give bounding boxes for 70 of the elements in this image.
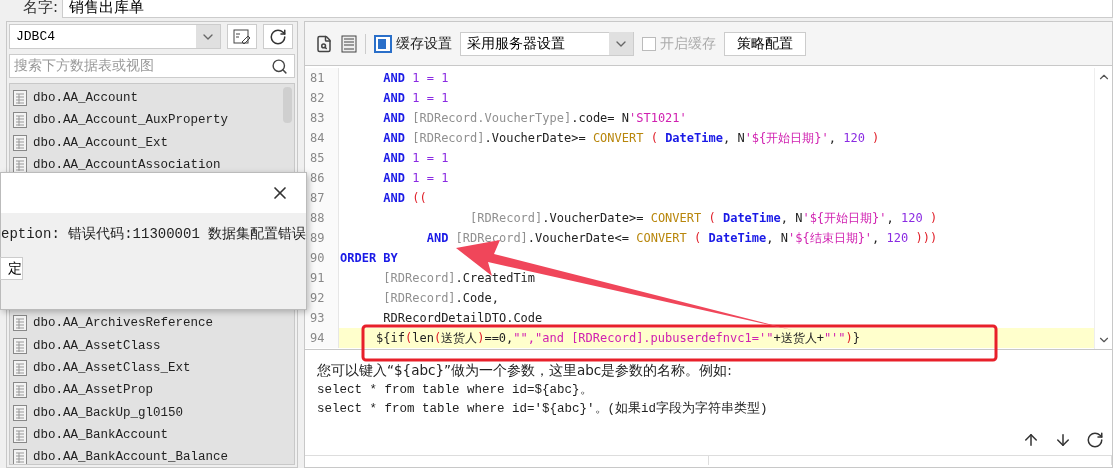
edit-icon xyxy=(233,28,251,45)
table-item[interactable]: dbo.AA_AssetProp xyxy=(10,379,294,402)
table-icon xyxy=(13,359,27,376)
table-icon xyxy=(13,134,27,151)
line-number: 94 xyxy=(305,328,339,348)
save-icon[interactable] xyxy=(374,34,392,53)
line-number: 87 xyxy=(305,188,339,208)
refresh-icon[interactable] xyxy=(1086,431,1104,449)
code-line: AND 1 = 1 xyxy=(382,91,449,105)
line-number: 91 xyxy=(305,268,339,288)
connection-select[interactable]: JDBC4 xyxy=(9,24,221,49)
sql-editor[interactable] xyxy=(304,65,1113,350)
line-number: 90 xyxy=(305,248,339,268)
table-item[interactable]: dbo.AA_AssetClass xyxy=(10,334,294,357)
table-icon xyxy=(13,337,27,354)
line-number: 82 xyxy=(305,88,339,108)
table-icon xyxy=(13,426,27,443)
code-line: AND [RDRecord.VoucherType].code= N'ST1021' xyxy=(382,111,687,125)
table-icon xyxy=(13,449,27,464)
table-item[interactable]: dbo.AA_AssetClass_Ext xyxy=(10,356,294,380)
code-line: AND 1 = 1 xyxy=(382,71,449,85)
table-icon xyxy=(13,382,27,399)
line-number: 93 xyxy=(305,308,339,328)
code-line: ${if(len(送货人)==0,"","and [RDRecord].pubuserdefnvc1='"+送货人+"'")} xyxy=(375,329,861,347)
table-item[interactable]: dbo.AA_Account xyxy=(10,87,294,110)
line-number: 84 xyxy=(305,128,339,148)
code-line: AND [RDRecord].VoucherDate>= CONVERT ( DateTime, N'${开始日期}', 120 ) xyxy=(382,129,880,147)
table-item[interactable]: dbo.AA_Account_AuxProperty xyxy=(10,109,294,132)
help-text: select * from table where id=${abc}。 xyxy=(317,382,594,399)
code-line: AND [RDRecord].VoucherDate<= CONVERT ( DateTime, N'${结束日期}', 120 ))) xyxy=(425,229,938,247)
code-line: RDRecordDetailDTO.Code xyxy=(382,311,543,325)
code-line: [RDRecord].Code, xyxy=(382,291,499,305)
line-number: 89 xyxy=(305,228,339,248)
table-icon xyxy=(13,404,27,421)
table-icon xyxy=(13,315,27,332)
edit-connection-button[interactable] xyxy=(227,24,257,49)
code-line: AND 1 = 1 xyxy=(382,171,449,185)
table-item[interactable]: dbo.AA_AccountAssociation xyxy=(10,153,294,177)
line-number: 83 xyxy=(305,108,339,128)
table-item[interactable]: dbo.AA_BankAccount_Balance xyxy=(10,445,294,464)
error-message: eption: 错误代码:11300001 数据集配置错误 xyxy=(1,225,306,244)
cache-mode-select[interactable]: 采用服务器设置 xyxy=(460,31,634,56)
code-line: ORDER BY xyxy=(339,251,398,265)
preview-icon[interactable] xyxy=(315,34,333,53)
help-text: select * from table where id='${abc}'。(如果id字段为字符串类型) xyxy=(317,400,769,418)
refresh-icon xyxy=(269,27,287,46)
line-number: 88 xyxy=(305,208,339,228)
code-line: AND 1 = 1 xyxy=(382,151,449,165)
line-number: 81 xyxy=(305,68,339,88)
search-icon xyxy=(271,57,288,75)
move-up-icon[interactable] xyxy=(1022,431,1040,449)
ok-button[interactable]: 定 xyxy=(0,257,23,280)
move-down-icon[interactable] xyxy=(1054,431,1072,449)
line-number: 92 xyxy=(305,288,339,308)
table-icon xyxy=(13,90,27,107)
code-line: [RDRecord].VoucherDate>= CONVERT ( DateTime, N'${开始日期}', 120 ) xyxy=(469,209,938,227)
refresh-button[interactable] xyxy=(263,24,293,49)
table-item[interactable]: dbo.AA_BackUp_gl0150 xyxy=(10,401,294,424)
sql-document-icon[interactable] xyxy=(341,34,357,53)
table-icon xyxy=(13,112,27,129)
cache-settings-label: 缓存设置 xyxy=(396,34,452,53)
line-number: 86 xyxy=(305,168,339,188)
table-item[interactable]: dbo.AA_BankAccount xyxy=(10,423,294,446)
help-text: 您可以键入“${abc}”做为一个参数，这里abc是参数的名称。例如: xyxy=(317,362,733,380)
table-item[interactable]: dbo.AA_ArchivesReference xyxy=(10,312,294,335)
strategy-button[interactable]: 策略配置 xyxy=(724,31,806,56)
code-line: [RDRecord].CreatedTim xyxy=(382,271,536,285)
code-line: AND (( xyxy=(382,191,427,205)
table-item[interactable]: dbo.AA_Account_Ext xyxy=(10,131,294,154)
line-number: 85 xyxy=(305,148,339,168)
